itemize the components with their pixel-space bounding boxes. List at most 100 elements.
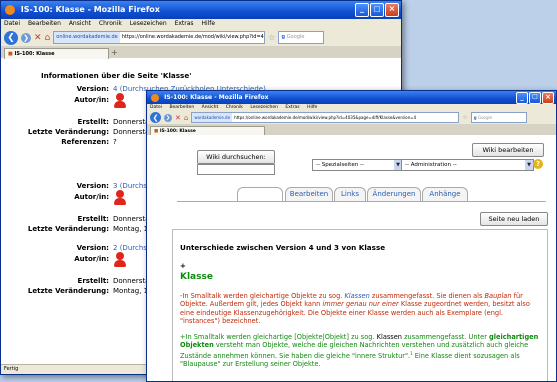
page-title: Klasse <box>180 272 213 282</box>
front-url-bar[interactable]: wordakademie.de https://online.wordakade… <box>191 112 460 123</box>
klassen-text: Klassen <box>376 333 402 341</box>
stop-icon[interactable]: ✕ <box>175 114 181 122</box>
menu-chronik[interactable]: Chronik <box>226 105 243 110</box>
version-number: 3 <box>113 182 118 190</box>
menu-extras[interactable]: Extras <box>285 105 299 110</box>
wiki-edit-button[interactable]: Wiki bearbeiten <box>472 143 544 157</box>
url-domain: wordakademie.de <box>192 113 233 122</box>
reload-page-button[interactable]: Seite neu laden <box>480 212 548 226</box>
chevron-down-icon: ▼ <box>525 160 533 170</box>
created-label: Erstellt: <box>77 118 109 126</box>
star-icon[interactable]: ☆ <box>268 33 275 42</box>
author-label: Autor/in: <box>74 96 109 104</box>
back-url-bar[interactable]: online.wordakademie.de https://online.wo… <box>53 31 266 44</box>
version-label: Version: <box>76 244 109 252</box>
version-links[interactable]: (Durchs <box>120 244 147 252</box>
firefox-icon <box>5 4 15 15</box>
tab-aenderungen[interactable]: Änderungen <box>367 187 421 201</box>
version-label: Version: <box>76 85 109 93</box>
avatar <box>113 190 128 205</box>
back-button[interactable]: ❮ <box>4 30 18 45</box>
menu-lesezeichen[interactable]: Lesezeichen <box>250 105 278 110</box>
diff-box: Unterschiede zwischen Version 4 und 3 vo… <box>172 229 548 381</box>
front-page-content: Wiki bearbeiten Wiki durchsuchen: -- Spe… <box>147 135 556 381</box>
wiki-tabs: Bearbeiten Links Änderungen Anhänge <box>237 187 537 201</box>
tab-bearbeiten[interactable]: Bearbeiten <box>285 187 333 201</box>
added-paragraph: +In Smalltalk werden gleichartige [Objek… <box>180 333 539 369</box>
version-label: Version: <box>76 182 109 190</box>
menu-hilfe[interactable]: Hilfe <box>201 20 215 27</box>
avatar <box>113 252 128 267</box>
back-window-title: IS-100: Klasse - Mozilla Firefox <box>20 5 160 14</box>
back-menu-bar: Datei Bearbeiten Ansicht Chronik Lesezei… <box>1 19 401 29</box>
plus-marker: + <box>180 262 186 270</box>
created-label: Erstellt: <box>77 277 109 285</box>
menu-datei[interactable]: Datei <box>150 105 162 110</box>
status-text: Fertig <box>4 366 19 372</box>
front-nav-bar: ❮ ❯ ✕ ⌂ wordakademie.de https://online.w… <box>147 111 556 124</box>
front-window-title: IS-100: Klasse - Mozilla Firefox <box>164 94 269 101</box>
maximize-button[interactable]: □ <box>370 3 384 17</box>
firefox-icon <box>151 93 159 102</box>
tab-view[interactable] <box>237 187 283 201</box>
tab-links[interactable]: Links <box>334 187 366 201</box>
version-number: 2 <box>113 244 118 252</box>
klassen-link[interactable]: Klassen <box>344 292 369 300</box>
tab-anhaenge[interactable]: Anhänge <box>422 187 468 201</box>
diff-heading: Unterschiede zwischen Version 4 und 3 vo… <box>180 243 386 252</box>
maximize-button[interactable]: □ <box>529 92 541 104</box>
question-icon[interactable]: ? <box>533 159 543 169</box>
front-browser-window: IS-100: Klasse - Mozilla Firefox _ □ × D… <box>146 90 557 382</box>
avatar <box>113 93 128 108</box>
url-text: https://online.wordakademie.de/mod/wiki/… <box>121 34 265 40</box>
version-number: 4 <box>113 85 118 93</box>
star-icon[interactable]: ☆ <box>462 114 467 121</box>
close-button[interactable]: × <box>385 3 399 17</box>
menu-ansicht[interactable]: Ansicht <box>202 105 219 110</box>
back-tab-bar: ■ IS-100: Klasse + <box>1 46 401 59</box>
menu-ansicht[interactable]: Ansicht <box>69 20 91 27</box>
forward-button[interactable]: ❯ <box>21 32 31 43</box>
back-button[interactable]: ❮ <box>150 112 161 123</box>
menu-lesezeichen[interactable]: Lesezeichen <box>130 20 167 27</box>
home-icon[interactable]: ⌂ <box>184 114 188 122</box>
info-heading: Informationen über die Seite 'Klasse' <box>41 71 192 80</box>
front-title-bar: IS-100: Klasse - Mozilla Firefox _ □ × <box>147 91 556 104</box>
menu-datei[interactable]: Datei <box>4 20 20 27</box>
special-pages-select[interactable]: -- Spezialseiten -- ▼ <box>312 159 403 171</box>
forward-button[interactable]: ❯ <box>164 113 172 122</box>
changed-value: Montag, 1 <box>113 225 149 233</box>
minimize-button[interactable]: _ <box>355 3 369 17</box>
menu-bearbeiten[interactable]: Bearbeiten <box>169 105 194 110</box>
search-input[interactable]: g Google <box>470 112 527 123</box>
author-label: Autor/in: <box>74 255 109 263</box>
minimize-button[interactable]: _ <box>516 92 528 104</box>
administration-select[interactable]: -- Administration -- ▼ <box>401 159 534 171</box>
url-domain: online.wordakademie.de <box>54 32 120 43</box>
back-nav-bar: ❮ ❯ ✕ ⌂ online.wordakademie.de https://o… <box>1 29 401 46</box>
changed-value: Montag, 1 <box>113 287 149 295</box>
changed-label: Letzte Veränderung: <box>27 128 109 136</box>
wiki-search-input[interactable] <box>197 164 275 175</box>
changed-label: Letzte Veränderung: <box>27 225 109 233</box>
front-menu-bar: Datei Bearbeiten Ansicht Chronik Lesezei… <box>147 104 556 111</box>
refs-value: ? <box>113 138 117 146</box>
tab-underline <box>177 201 546 202</box>
front-tab-bar: ■ IS-100: Klasse <box>147 124 556 136</box>
changed-label: Letzte Veränderung: <box>27 287 109 295</box>
stop-icon[interactable]: ✕ <box>34 33 42 43</box>
version-links[interactable]: (Durchs <box>120 182 147 190</box>
search-input[interactable]: g Google <box>278 31 325 44</box>
wiki-search-button[interactable]: Wiki durchsuchen: <box>197 150 275 164</box>
new-tab-button[interactable]: + <box>111 48 121 58</box>
menu-chronik[interactable]: Chronik <box>99 20 122 27</box>
back-title-bar: IS-100: Klasse - Mozilla Firefox _ □ × <box>1 1 401 19</box>
refs-label: Referenzen: <box>61 138 109 146</box>
author-label: Autor/in: <box>74 193 109 201</box>
menu-bearbeiten[interactable]: Bearbeiten <box>28 20 61 27</box>
menu-extras[interactable]: Extras <box>175 20 194 27</box>
close-button[interactable]: × <box>542 92 554 104</box>
menu-hilfe[interactable]: Hilfe <box>307 105 317 110</box>
url-text: https://online.wordakademie.de/mod/wiki/… <box>234 115 417 120</box>
home-icon[interactable]: ⌂ <box>45 33 51 43</box>
